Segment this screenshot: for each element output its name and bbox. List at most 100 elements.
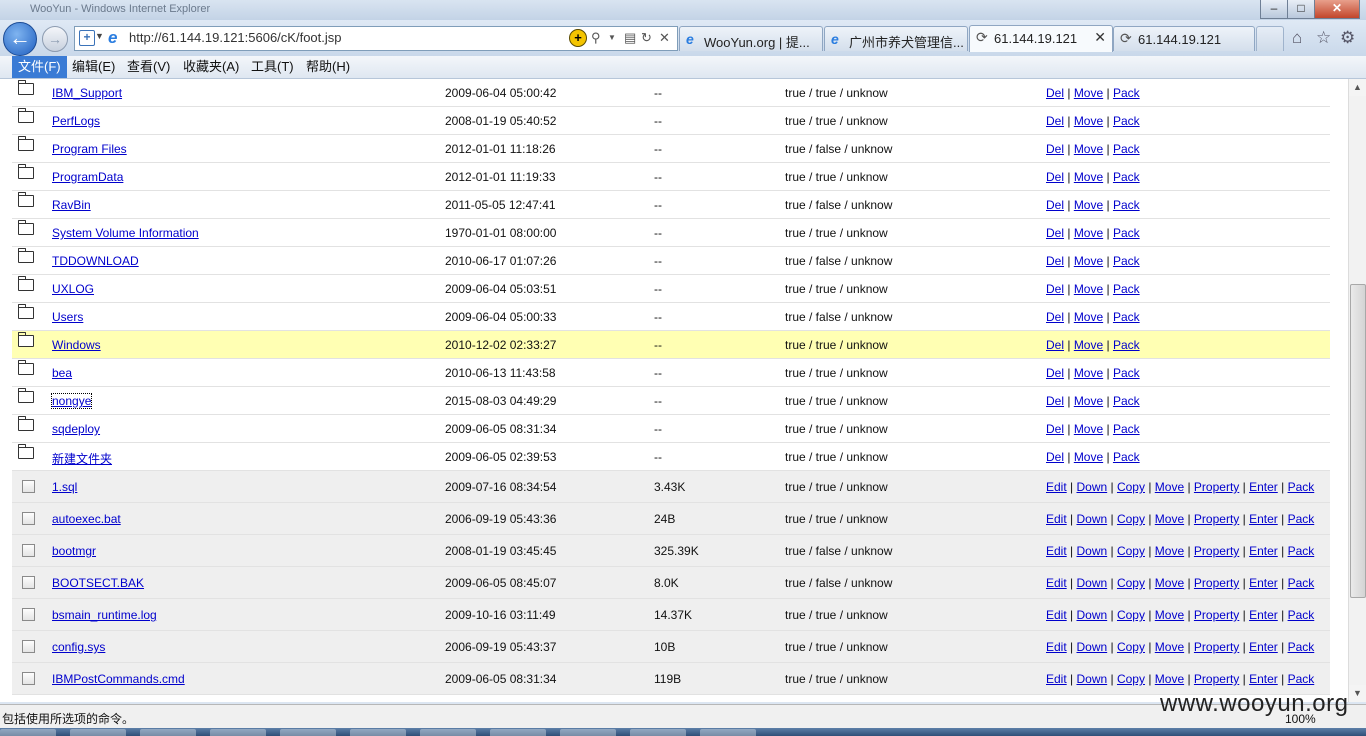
action-property-link[interactable]: Property [1194, 544, 1239, 558]
action-move-link[interactable]: Move [1074, 114, 1103, 128]
tab-ip[interactable]: ⟳ 61.144.19.121 [1113, 26, 1255, 51]
file-name-link[interactable]: autoexec.bat [52, 512, 121, 526]
file-row[interactable]: IBMPostCommands.cmd 2009-06-05 08:31:34 11… [12, 663, 1330, 695]
action-del-link[interactable]: Del [1046, 254, 1064, 268]
action-pack-link[interactable]: Pack [1288, 608, 1315, 622]
action-down-link[interactable]: Down [1076, 608, 1107, 622]
directory-name-link[interactable]: Program Files [52, 142, 127, 156]
taskbar-item[interactable] [70, 729, 126, 736]
search-icon[interactable]: ⚲ [591, 30, 601, 46]
directory-name-link[interactable]: ProgramData [52, 170, 123, 184]
action-pack-link[interactable]: Pack [1113, 366, 1140, 380]
action-edit-link[interactable]: Edit [1046, 640, 1067, 654]
action-property-link[interactable]: Property [1194, 480, 1239, 494]
file-select-checkbox[interactable] [22, 544, 35, 557]
action-del-link[interactable]: Del [1046, 338, 1064, 352]
taskbar-item[interactable] [560, 729, 616, 736]
action-property-link[interactable]: Property [1194, 608, 1239, 622]
action-pack-link[interactable]: Pack [1288, 576, 1315, 590]
action-move-link[interactable]: Move [1074, 422, 1103, 436]
file-select-checkbox[interactable] [22, 608, 35, 621]
taskbar-item[interactable] [490, 729, 546, 736]
file-name-link[interactable]: IBMPostCommands.cmd [52, 672, 185, 686]
action-down-link[interactable]: Down [1076, 544, 1107, 558]
action-move-link[interactable]: Move [1074, 366, 1103, 380]
home-icon[interactable]: ⌂ [1292, 28, 1302, 48]
action-enter-link[interactable]: Enter [1249, 640, 1278, 654]
file-row[interactable]: BOOTSECT.BAK 2009-06-05 08:45:07 8.0K true … [12, 567, 1330, 599]
action-copy-link[interactable]: Copy [1117, 480, 1145, 494]
action-del-link[interactable]: Del [1046, 450, 1064, 464]
action-pack-link[interactable]: Pack [1113, 114, 1140, 128]
file-name-link[interactable]: BOOTSECT.BAK [52, 576, 144, 590]
action-pack-link[interactable]: Pack [1288, 672, 1315, 686]
directory-row[interactable]: nongye 2015-08-03 04:49:29 -- true / true /… [12, 387, 1330, 415]
action-move-link[interactable]: Move [1155, 480, 1184, 494]
action-edit-link[interactable]: Edit [1046, 576, 1067, 590]
directory-name-link[interactable]: nongye [50, 393, 93, 409]
action-edit-link[interactable]: Edit [1046, 480, 1067, 494]
action-move-link[interactable]: Move [1155, 640, 1184, 654]
directory-name-link[interactable]: TDDOWNLOAD [52, 254, 139, 268]
directory-name-link[interactable]: RavBin [52, 198, 91, 212]
search-dropdown-icon[interactable]: ▼ [608, 33, 616, 42]
file-name-link[interactable]: bootmgr [52, 544, 96, 558]
close-window-button[interactable]: ✕ [1314, 0, 1360, 19]
menu-help[interactable]: 帮助(H) [300, 56, 356, 78]
action-property-link[interactable]: Property [1194, 640, 1239, 654]
menu-edit[interactable]: 编辑(E) [66, 56, 121, 78]
action-down-link[interactable]: Down [1076, 480, 1107, 494]
action-copy-link[interactable]: Copy [1117, 512, 1145, 526]
menu-favorites[interactable]: 收藏夹(A) [177, 56, 245, 78]
action-pack-link[interactable]: Pack [1113, 198, 1140, 212]
action-move-link[interactable]: Move [1074, 226, 1103, 240]
chevron-down-icon[interactable]: ▼ [95, 31, 104, 41]
file-name-link[interactable]: 1.sql [52, 480, 77, 494]
action-pack-link[interactable]: Pack [1113, 310, 1140, 324]
action-move-link[interactable]: Move [1155, 544, 1184, 558]
directory-row[interactable]: bea 2010-06-13 11:43:58 -- true / true / un… [12, 359, 1330, 387]
forward-button[interactable]: → [42, 26, 68, 52]
file-name-link[interactable]: bsmain_runtime.log [52, 608, 157, 622]
tab-guangzhou[interactable]: e 广州市养犬管理信... [824, 26, 968, 51]
directory-row[interactable]: TDDOWNLOAD 2010-06-17 01:07:26 -- true / fa… [12, 247, 1330, 275]
file-row[interactable]: 1.sql 2009-07-16 08:34:54 3.43K true / true… [12, 471, 1330, 503]
action-move-link[interactable]: Move [1155, 608, 1184, 622]
new-tab-button[interactable] [1256, 26, 1284, 51]
action-enter-link[interactable]: Enter [1249, 544, 1278, 558]
action-pack-link[interactable]: Pack [1288, 480, 1315, 494]
action-pack-link[interactable]: Pack [1113, 86, 1140, 100]
tools-gear-icon[interactable]: ⚙ [1340, 28, 1355, 48]
taskbar-start-button[interactable] [0, 729, 56, 736]
action-del-link[interactable]: Del [1046, 366, 1064, 380]
action-property-link[interactable]: Property [1194, 672, 1239, 686]
file-select-checkbox[interactable] [22, 672, 35, 685]
directory-row[interactable]: Program Files 2012-01-01 11:18:26 -- true /… [12, 135, 1330, 163]
directory-row[interactable]: Windows 2010-12-02 02:33:27 -- true / true … [12, 331, 1330, 359]
action-pack-link[interactable]: Pack [1113, 254, 1140, 268]
taskbar-item[interactable] [630, 729, 686, 736]
action-down-link[interactable]: Down [1076, 512, 1107, 526]
directory-name-link[interactable]: IBM_Support [52, 86, 122, 100]
action-move-link[interactable]: Move [1074, 170, 1103, 184]
tab-wooyun[interactable]: e WooYun.org | 提... [679, 26, 823, 51]
action-del-link[interactable]: Del [1046, 282, 1064, 296]
add-favorite-icon[interactable]: + [569, 29, 587, 47]
action-del-link[interactable]: Del [1046, 198, 1064, 212]
directory-name-link[interactable]: 新建文件夹 [52, 450, 112, 467]
taskbar-item[interactable] [280, 729, 336, 736]
favorites-star-icon[interactable]: ☆ [1316, 28, 1331, 48]
action-copy-link[interactable]: Copy [1117, 608, 1145, 622]
action-pack-link[interactable]: Pack [1113, 338, 1140, 352]
directory-name-link[interactable]: PerfLogs [52, 114, 100, 128]
action-pack-link[interactable]: Pack [1288, 544, 1315, 558]
action-pack-link[interactable]: Pack [1113, 422, 1140, 436]
directory-name-link[interactable]: bea [52, 366, 72, 380]
directory-row[interactable]: IBM_Support 2009-06-04 05:00:42 -- true / t… [12, 79, 1330, 107]
file-select-checkbox[interactable] [22, 480, 35, 493]
action-enter-link[interactable]: Enter [1249, 672, 1278, 686]
url-input[interactable] [129, 29, 559, 46]
action-del-link[interactable]: Del [1046, 170, 1064, 184]
action-del-link[interactable]: Del [1046, 142, 1064, 156]
refresh-icon[interactable]: ↻ [641, 30, 652, 46]
